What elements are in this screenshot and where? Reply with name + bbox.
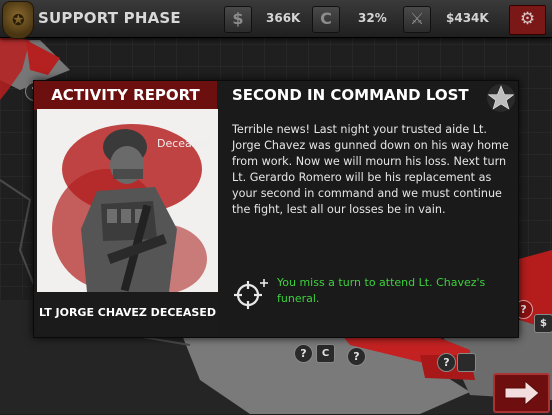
- settings-gear-icon[interactable]: ⚙: [509, 5, 546, 35]
- support-icon[interactable]: C: [312, 6, 340, 33]
- crosshair-icon: [234, 279, 268, 309]
- activity-report-header: ACTIVITY REPORT: [34, 81, 217, 110]
- portrait-caption: LT JORGE CHAVEZ DECEASED: [37, 293, 218, 335]
- rank-star-icon: [487, 84, 515, 112]
- map-unit-token[interactable]: [457, 353, 476, 372]
- map-money-token[interactable]: $: [534, 314, 552, 333]
- map-unknown-marker[interactable]: ?: [294, 344, 313, 363]
- dialog-title: SECOND IN COMMAND LOST: [232, 86, 469, 104]
- support-value: 32%: [358, 11, 387, 25]
- money-icon[interactable]: $: [224, 6, 252, 33]
- penalty-text: You miss a turn to attend Lt. Chavez's f…: [277, 276, 486, 305]
- top-bar: ✪ SUPPORT PHASE $ 366K C 32% ⚔ $434K ⚙: [0, 0, 552, 39]
- portrait-caption-text: LT JORGE CHAVEZ DECEASED: [39, 306, 216, 319]
- arrow-right-icon: [504, 379, 540, 407]
- activity-report-dialog: ACTIVITY REPORT Deceased LT JORGE CHAVEZ…: [33, 80, 519, 338]
- activity-report-title: ACTIVITY REPORT: [51, 86, 200, 104]
- map-unknown-marker[interactable]: ?: [437, 353, 456, 372]
- deceased-tag: Deceased: [157, 137, 211, 150]
- money-value: 366K: [266, 11, 301, 25]
- weapon-icon[interactable]: ⚔: [403, 6, 431, 33]
- cash-value: $434K: [446, 11, 489, 25]
- map-unknown-marker[interactable]: ?: [347, 347, 366, 366]
- phase-title: SUPPORT PHASE: [38, 9, 181, 27]
- soldier-portrait-image: Deceased: [52, 124, 211, 292]
- next-turn-button[interactable]: [493, 373, 550, 413]
- badge-emblem-icon: ✪: [12, 11, 25, 29]
- deceased-portrait: Deceased: [37, 109, 218, 292]
- map-support-token[interactable]: C: [316, 344, 335, 363]
- faction-badge[interactable]: ✪: [2, 1, 34, 39]
- dialog-body-text: Terrible news! Last night your trusted a…: [232, 123, 509, 216]
